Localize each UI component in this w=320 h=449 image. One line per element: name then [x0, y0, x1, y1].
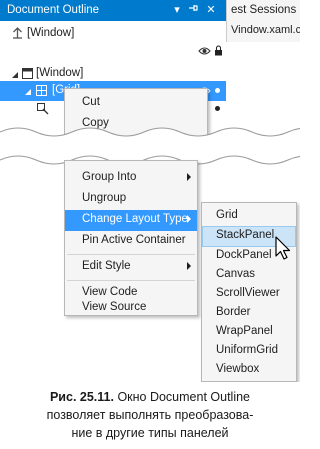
document-outline-titlebar: Document Outline ▾ ✕ — [0, 0, 226, 21]
menu-item-group-into[interactable]: Group Into — [65, 168, 197, 189]
menu-item-label: Pin Active Container — [82, 234, 186, 246]
submenu-item-grid[interactable]: Grid — [202, 206, 296, 227]
menu-item-label: View Code — [82, 286, 138, 298]
child-element-icon — [37, 103, 49, 118]
caption-line-2: позволяет выполнять преобразова- — [46, 408, 254, 422]
menu-item-label: Group Into — [82, 171, 137, 183]
caption-line-3: ние в другие типы панелей — [71, 426, 229, 440]
tree-item-window-root[interactable]: [Window] — [0, 24, 226, 44]
submenu-arrow-icon — [187, 262, 191, 270]
menu-item-change-layout-type[interactable]: Change Layout Type — [65, 210, 197, 231]
menu-item-label: Cut — [82, 96, 100, 108]
context-menu-bottom: Group Into Ungroup Change Layout Type Pi… — [64, 160, 198, 316]
caption-text: Окно Document Outline — [117, 390, 251, 404]
layout-type-submenu: Grid StackPanel DockPanel Canvas ScrollV… — [201, 202, 297, 382]
close-icon[interactable]: ✕ — [204, 3, 218, 17]
outline-screenshot-bottom: Group Into Ungroup Change Layout Type Pi… — [0, 152, 300, 382]
sessions-tab[interactable]: est Sessions — [231, 4, 296, 16]
submenu-arrow-icon — [187, 215, 191, 223]
tree-item-label: [Window] — [27, 27, 75, 39]
submenu-item-wrappanel[interactable]: WrapPanel — [202, 322, 296, 343]
adjacent-panel: est Sessions Vindow.xaml.c — [226, 0, 300, 42]
menu-separator — [67, 254, 195, 255]
menu-item-label: Border — [216, 306, 251, 318]
menu-item-label: Canvas — [216, 268, 255, 280]
menu-separator — [67, 280, 195, 281]
menu-item-label: StackPanel — [216, 229, 275, 241]
menu-item-label: UniformGrid — [216, 344, 278, 356]
window-icon — [22, 68, 33, 82]
up-arrow-icon[interactable] — [12, 27, 23, 42]
submenu-item-scrollviewer[interactable]: ScrollViewer — [202, 284, 296, 305]
lock-icon[interactable] — [214, 45, 223, 59]
menu-item-edit-style[interactable]: Edit Style — [65, 257, 197, 278]
menu-item-label: ScrollViewer — [216, 287, 280, 299]
tree-item-icons-row — [0, 42, 226, 62]
submenu-arrow-icon — [187, 173, 191, 181]
submenu-item-border[interactable]: Border — [202, 303, 296, 324]
tree-item-label: [Window] — [36, 67, 84, 79]
mouse-cursor-icon — [275, 236, 291, 260]
submenu-item-canvas[interactable]: Canvas — [202, 265, 296, 286]
collapse-triangle-icon[interactable] — [24, 87, 32, 99]
pin-icon[interactable] — [186, 3, 200, 17]
caption-line-1: Рис. 25.11. Окно Document Outline — [0, 388, 300, 406]
panel-title: Document Outline — [7, 4, 100, 16]
dropdown-icon[interactable]: ▾ — [170, 3, 184, 17]
lock-dot-icon[interactable] — [215, 88, 220, 93]
menu-item-label: View Source — [82, 301, 147, 313]
lock-dot-icon[interactable] — [215, 106, 220, 111]
grid-icon — [36, 85, 47, 99]
menu-item-label: Viewbox — [216, 363, 260, 375]
menu-item-label: Change Layout Type — [82, 213, 188, 225]
menu-item-label: Grid — [216, 209, 238, 221]
submenu-item-uniformgrid[interactable]: UniformGrid — [202, 341, 296, 362]
menu-item-pin-active-container[interactable]: Pin Active Container — [65, 231, 197, 252]
menu-item-view-source[interactable]: View Source — [65, 301, 197, 315]
torn-edge-bottom — [0, 127, 300, 145]
eye-icon[interactable] — [198, 46, 211, 59]
menu-item-label: DockPanel — [216, 249, 272, 261]
figure-label: Рис. 25.11. — [49, 390, 114, 404]
file-tab[interactable]: Vindow.xaml.c — [231, 24, 300, 36]
menu-item-label: WrapPanel — [216, 325, 273, 337]
submenu-item-viewbox[interactable]: Viewbox — [202, 360, 296, 381]
menu-item-ungroup[interactable]: Ungroup — [65, 189, 197, 210]
menu-item-label: Ungroup — [82, 192, 127, 204]
menu-item-cut[interactable]: Cut — [65, 93, 207, 114]
outline-screenshot-top: Document Outline ▾ ✕ est Sessions Vindow… — [0, 0, 300, 145]
figure-caption: Рис. 25.11. Окно Document Outline позвол… — [0, 388, 300, 442]
menu-item-label: Edit Style — [82, 260, 131, 272]
